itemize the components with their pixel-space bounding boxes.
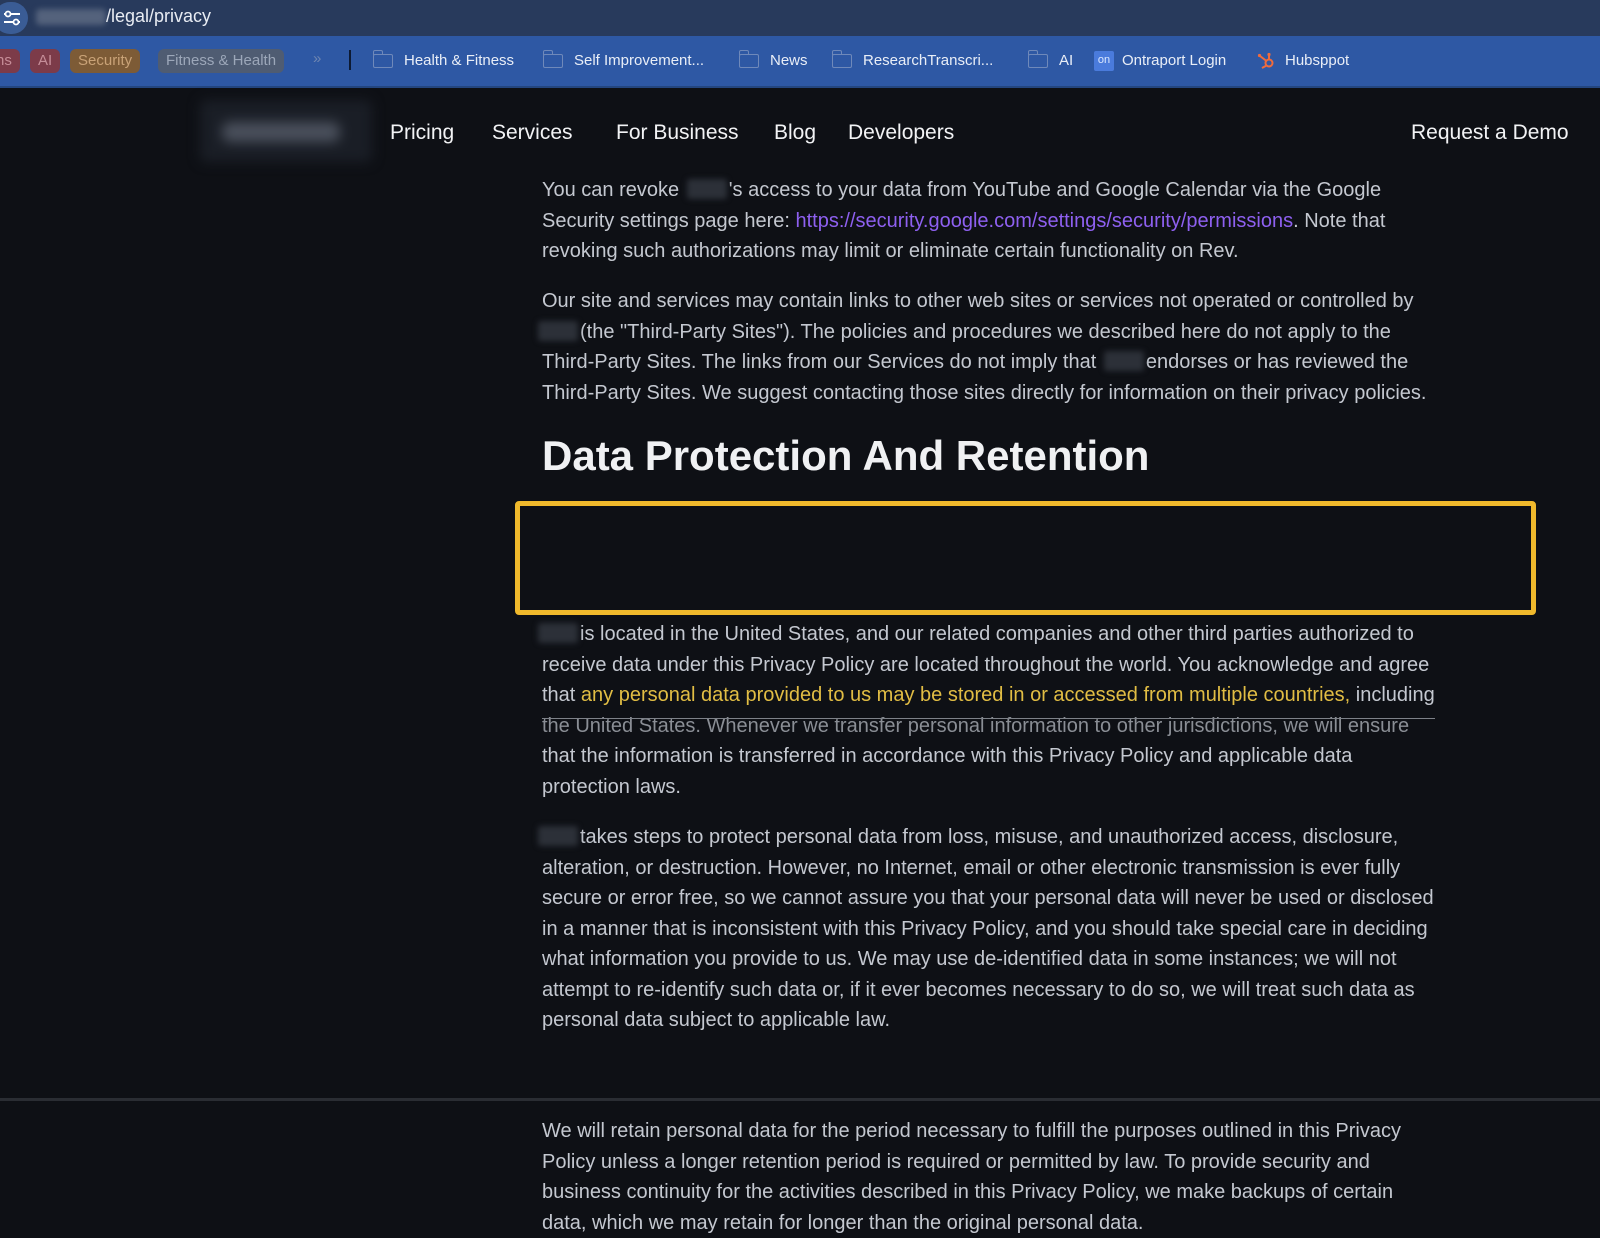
text-line: that the information is transferred in a… [542, 741, 1435, 772]
redacted-company-name [1104, 351, 1144, 371]
text-run: Third-Party Sites. The links from our Se… [542, 351, 1102, 373]
text-line: secure or error free, so we cannot assur… [542, 883, 1434, 914]
strike-through-line [542, 718, 1435, 719]
text-line: business continuity for the activities d… [542, 1177, 1401, 1208]
text-line: Third-Party Sites. We suggest contacting… [542, 378, 1426, 409]
text-line: Policy unless a longer retention period … [542, 1147, 1401, 1178]
text-line: alteration, or destruction. However, no … [542, 853, 1434, 884]
text-run: Security settings page here: [542, 210, 795, 232]
text-line: attempt to re-identify such data or, if … [542, 975, 1434, 1006]
folder-icon [1028, 54, 1048, 68]
tab-group-partial[interactable]: ns [0, 49, 20, 73]
bookmark-label: Hubsppot [1285, 50, 1349, 72]
text-run: You can revoke [542, 179, 685, 201]
text-run: takes steps to protect personal data fro… [580, 826, 1398, 848]
highlight-annotation-box [515, 501, 1536, 615]
redacted-company-name [538, 826, 578, 846]
text-line: Our site and services may contain links … [542, 286, 1426, 317]
text-line: what information you provide to us. We m… [542, 944, 1434, 975]
text-line: revoking such authorizations may limit o… [542, 236, 1385, 267]
url-domain-redacted [36, 9, 106, 25]
tab-group-security[interactable]: Security [70, 49, 140, 73]
nav-developers[interactable]: Developers [848, 121, 954, 145]
google-permissions-link[interactable]: https://security.google.com/settings/sec… [795, 210, 1293, 232]
bookmark-label: AI [1059, 50, 1073, 72]
ontraport-logo-icon: on [1094, 51, 1114, 71]
redacted-company-name [538, 321, 578, 341]
nav-blog[interactable]: Blog [774, 121, 816, 145]
paragraph-data-location: is located in the United States, and our… [542, 619, 1435, 802]
bookmark-label: Health & Fitness [404, 50, 514, 72]
folder-icon [373, 54, 393, 68]
nav-for-business[interactable]: For Business [616, 121, 739, 145]
nav-pricing[interactable]: Pricing [390, 121, 454, 145]
text-line: receive data under this Privacy Policy a… [542, 650, 1435, 681]
paragraph-data-retention: We will retain personal data for the per… [542, 1116, 1401, 1238]
site-logo[interactable] [200, 100, 372, 162]
text-line: protection laws. [542, 772, 1435, 803]
paragraph-data-protection: takes steps to protect personal data fro… [542, 822, 1434, 1036]
bookmark-label: ResearchTranscri... [863, 50, 993, 72]
hubspot-logo-icon [1257, 52, 1275, 77]
folder-icon [543, 54, 563, 68]
more-tab-groups-icon[interactable]: » [313, 50, 321, 67]
address-bar: /legal/privacy [0, 0, 1600, 36]
text-run: . Note that [1293, 210, 1385, 232]
text-run: 's access to your data from YouTube and … [729, 179, 1381, 201]
bookmark-label: Self Improvement... [574, 50, 704, 72]
url-text[interactable]: /legal/privacy [106, 6, 211, 27]
paragraph-third-party-sites: Our site and services may contain links … [542, 286, 1426, 408]
text-run: is located in the United States, and our… [580, 623, 1414, 645]
folder-icon [739, 54, 759, 68]
request-demo-button[interactable]: Request a Demo [1411, 121, 1569, 145]
text-line: in a manner that is inconsistent with th… [542, 914, 1434, 945]
text-run: that [542, 684, 581, 706]
text-line: We will retain personal data for the per… [542, 1116, 1401, 1147]
section-title: Data Protection And Retention [542, 432, 1149, 480]
text-line: personal data subject to applicable law. [542, 1005, 1434, 1036]
text-run: including [1350, 684, 1435, 706]
redacted-company-name [687, 179, 727, 199]
highlighted-text: any personal data provided to us may be … [581, 684, 1350, 706]
nav-services[interactable]: Services [492, 121, 573, 145]
redacted-company-name [538, 623, 578, 643]
text-line: data, which we may retain for longer tha… [542, 1208, 1401, 1238]
folder-icon [832, 54, 852, 68]
bookmark-label: Ontraport Login [1122, 50, 1226, 72]
site-settings-icon[interactable] [0, 2, 28, 34]
text-run: endorses or has reviewed the [1146, 351, 1408, 373]
text-run: (the "Third-Party Sites"). The policies … [580, 321, 1391, 343]
bookmark-label: News [770, 50, 808, 72]
paragraph-revoke-access: You can revoke 's access to your data fr… [542, 175, 1385, 267]
bookmarks-bar: ns AI Security Fitness & Health » Health… [0, 36, 1600, 88]
bookmarks-divider [349, 50, 351, 70]
tab-group-ai[interactable]: AI [30, 49, 60, 73]
tab-group-fitness-health[interactable]: Fitness & Health [158, 49, 284, 73]
